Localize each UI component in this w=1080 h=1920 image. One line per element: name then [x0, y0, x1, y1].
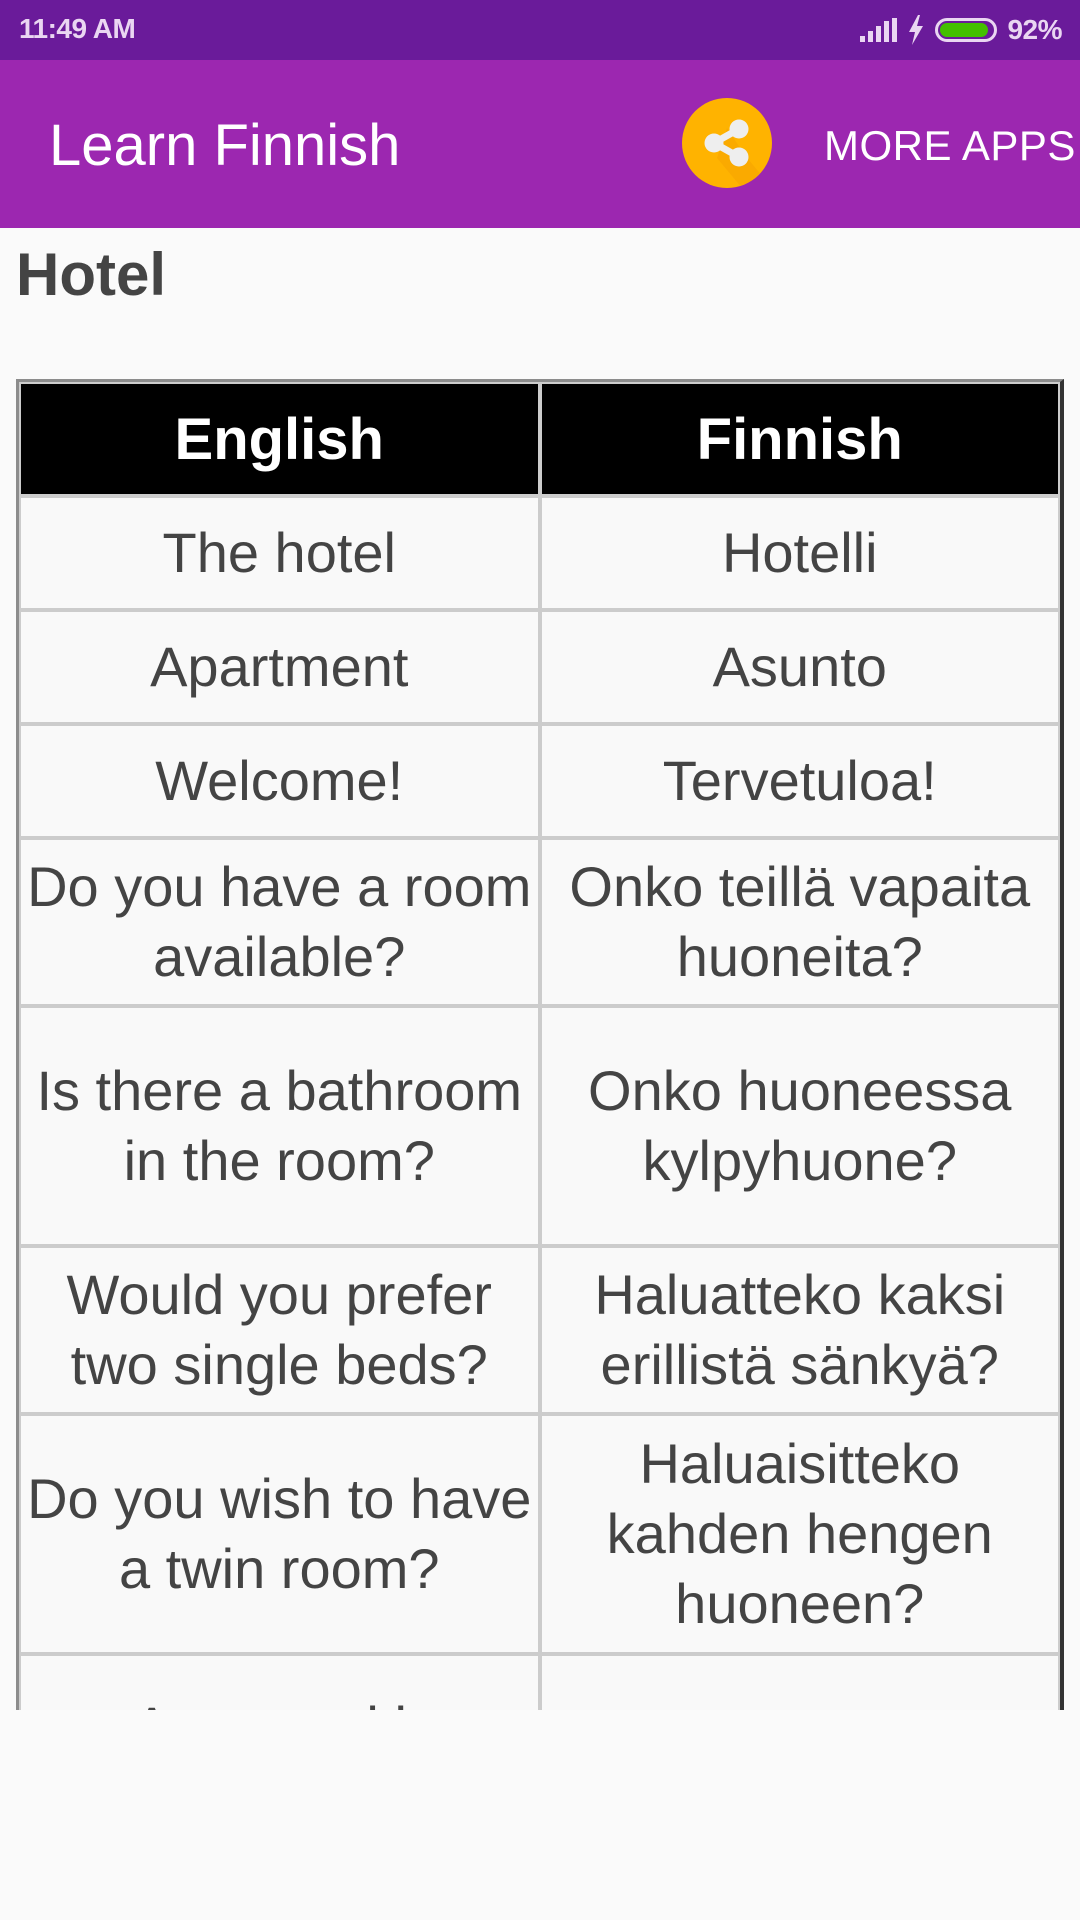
cell-finnish: Asunto [539, 610, 1060, 724]
cell-english: Would you prefer two single beds? [19, 1246, 540, 1414]
table-row: Would you prefer two single beds? Haluat… [19, 1246, 1060, 1414]
share-button[interactable] [682, 98, 772, 188]
header-finnish: Finnish [539, 382, 1060, 496]
signal-icon [860, 18, 898, 42]
phrase-table-container[interactable]: English Finnish The hotel Hotelli Apartm… [16, 379, 1064, 1710]
battery-fill [940, 23, 989, 37]
cell-english: Apartment [19, 610, 540, 724]
cell-english: Do you wish to have a twin room? [19, 1414, 540, 1654]
status-icons: 92% [860, 14, 1062, 46]
table-row: A room with [19, 1654, 1060, 1710]
cell-english: The hotel [19, 496, 540, 610]
cell-english: Welcome! [19, 724, 540, 838]
cell-finnish: Tervetuloa! [539, 724, 1060, 838]
phrase-table: English Finnish The hotel Hotelli Apartm… [16, 379, 1064, 1710]
charging-bolt-icon [909, 15, 924, 45]
cell-english: Is there a bathroom in the room? [19, 1006, 540, 1246]
cell-finnish: Onko huoneessa kylpyhuone? [539, 1006, 1060, 1246]
cell-english: A room with [19, 1654, 540, 1710]
more-apps-button[interactable]: MORE APPS [824, 122, 1076, 170]
table-row: Apartment Asunto [19, 610, 1060, 724]
cell-finnish: Onko teillä vapaita huoneita? [539, 838, 1060, 1006]
cell-finnish: Haluatteko kaksi erillistä sänkyä? [539, 1246, 1060, 1414]
battery-icon [935, 18, 998, 42]
cell-english: Do you have a room available? [19, 838, 540, 1006]
page-title: Hotel [16, 241, 166, 308]
app-title: Learn Finnish [49, 113, 401, 178]
empty-area [0, 1710, 1080, 1920]
table-row: Do you wish to have a twin room? Haluais… [19, 1414, 1060, 1654]
table-row: The hotel Hotelli [19, 496, 1060, 610]
status-time: 11:49 AM [19, 13, 136, 44]
table-row: Do you have a room available? Onko teill… [19, 838, 1060, 1006]
cell-finnish: Haluaisitteko kahden hengen huoneen? [539, 1414, 1060, 1654]
table-row: Welcome! Tervetuloa! [19, 724, 1060, 838]
share-icon [704, 119, 772, 188]
cell-finnish: Hotelli [539, 496, 1060, 610]
header-english: English [19, 382, 540, 496]
battery-percent: 92% [1007, 14, 1062, 45]
table-header-row: English Finnish [19, 382, 1060, 496]
table-row: Is there a bathroom in the room? Onko hu… [19, 1006, 1060, 1246]
app-bar: Learn Finnish MORE APPS [0, 60, 1080, 228]
status-bar: 11:49 AM 92% [0, 0, 1080, 60]
cell-finnish [539, 1654, 1060, 1710]
